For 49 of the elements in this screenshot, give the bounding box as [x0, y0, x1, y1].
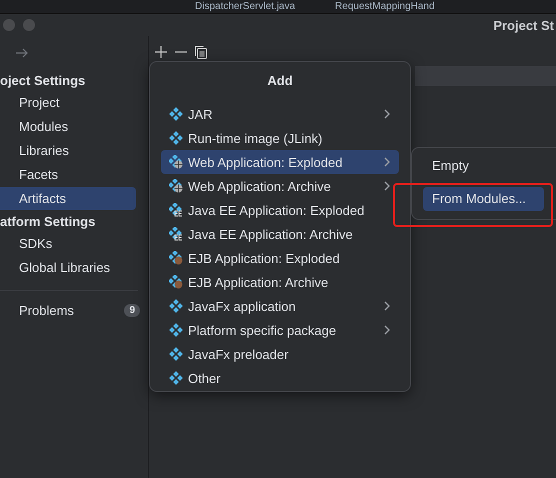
menu-item[interactable]: JavaFx application — [161, 294, 399, 318]
chevron-icon — [384, 157, 391, 167]
module-icon — [169, 107, 183, 121]
sidebar-item[interactable]: Artifacts — [0, 187, 136, 210]
forward-arrow-icon[interactable] — [15, 48, 29, 58]
menu-item[interactable]: JAR — [161, 102, 399, 126]
chevron-icon — [384, 181, 391, 191]
menu-item[interactable]: EJB Application: Exploded — [161, 246, 399, 270]
bean-module-icon — [169, 251, 183, 265]
module-icon — [169, 347, 183, 361]
chevron-icon — [384, 109, 391, 119]
sidebar-item[interactable]: Problems — [19, 303, 74, 318]
menu-item[interactable]: EJB Application: Archive — [161, 270, 399, 294]
menu-item[interactable]: Java EE Application: Archive — [161, 222, 399, 246]
menu-item[interactable]: Empty — [423, 154, 544, 178]
module-icon — [169, 299, 183, 313]
ee-module-icon — [169, 203, 183, 217]
menu-item[interactable]: Other — [161, 366, 399, 390]
sidebar-item[interactable]: Facets — [0, 163, 136, 186]
menu-item[interactable]: Web Application: Exploded — [161, 150, 399, 174]
module-icon — [169, 371, 183, 385]
window-title: Project St — [493, 18, 554, 32]
module-icon — [169, 131, 183, 145]
menu-item[interactable]: JavaFx preloader — [161, 342, 399, 366]
module-icon — [169, 323, 183, 337]
menu-item[interactable]: Java EE Application: Exploded — [161, 198, 399, 222]
sidebar-heading: oject Settings — [0, 72, 86, 90]
add-icon[interactable] — [155, 46, 167, 58]
menu-title: Add — [266, 72, 294, 90]
sidebar-item[interactable]: Libraries — [0, 139, 136, 162]
chevron-icon — [384, 325, 391, 335]
menu-item[interactable]: Platform specific package — [161, 318, 399, 342]
editor-tab[interactable]: DispatcherServlet.java — [195, 0, 296, 12]
chevron-icon — [384, 301, 391, 311]
menu-item[interactable]: From Modules... — [423, 187, 544, 211]
menu-item[interactable]: Web Application: Archive — [161, 174, 399, 198]
count-badge: 9 — [124, 304, 140, 317]
ee-module-icon — [169, 227, 183, 241]
sidebar-item[interactable]: Modules — [0, 115, 136, 138]
editor-tab[interactable]: RequestMappingHand — [335, 0, 435, 12]
menu-item[interactable]: Run-time image (JLink) — [161, 126, 399, 150]
sidebar-item[interactable]: Project — [0, 91, 136, 114]
globe-module-icon — [169, 155, 183, 169]
bean-module-icon — [169, 275, 183, 289]
copy-icon[interactable] — [195, 46, 207, 58]
globe-module-icon — [169, 179, 183, 193]
sidebar-item[interactable]: Global Libraries — [0, 256, 136, 279]
sidebar-item[interactable]: SDKs — [0, 232, 136, 255]
sidebar-heading: atform Settings — [0, 213, 96, 231]
